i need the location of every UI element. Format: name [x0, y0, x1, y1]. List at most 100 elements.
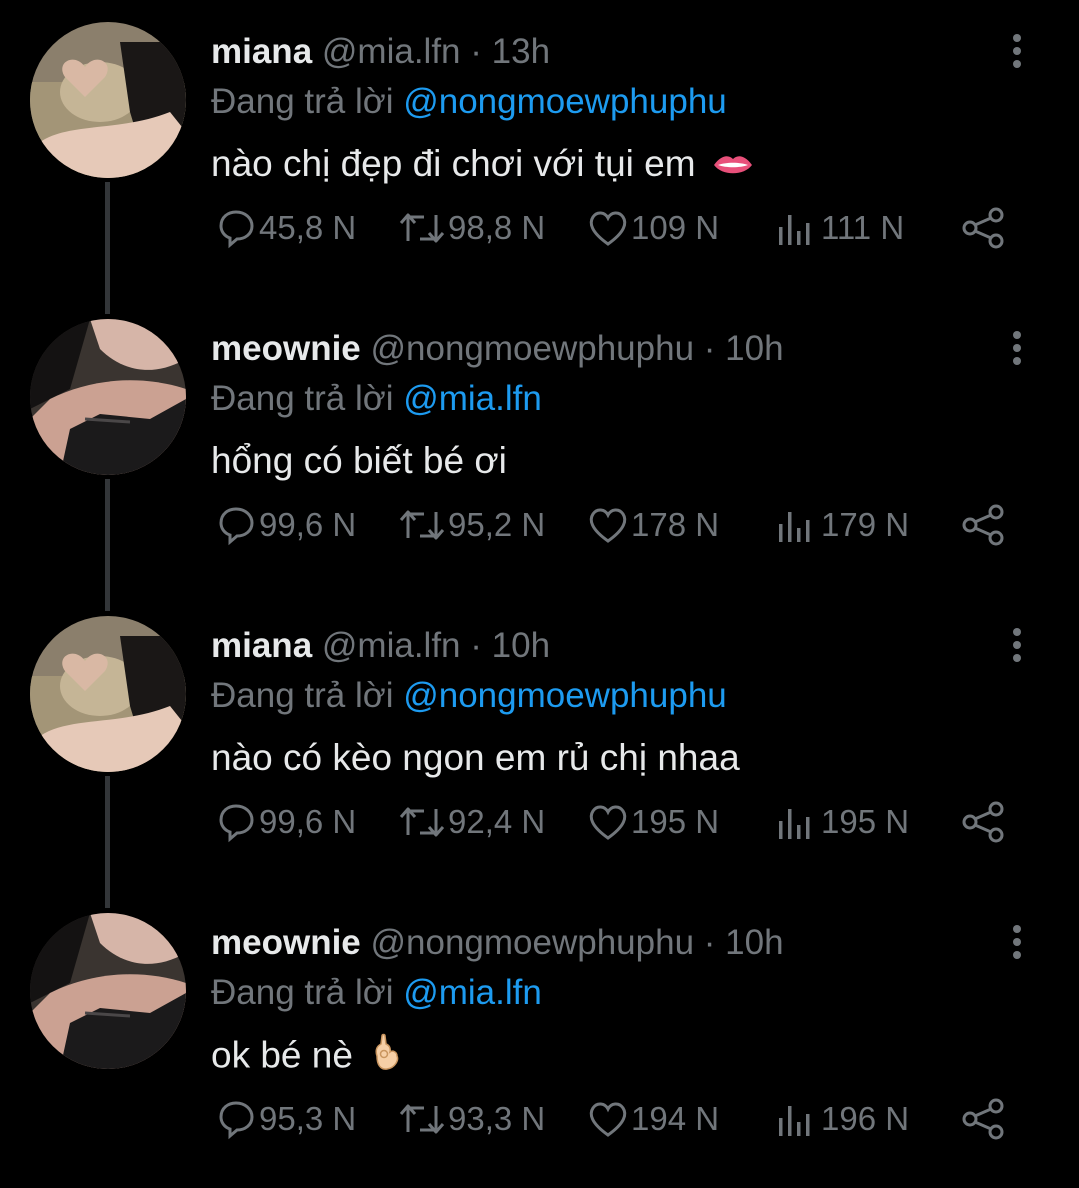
tweet-text: nào có kèo ngon em rủ chị nhaa — [211, 735, 740, 781]
more-options-icon[interactable] — [1000, 30, 1034, 74]
tweet[interactable]: miana @mia.lfn · 10h Đang trả lời @nongm… — [0, 594, 1079, 891]
reply-count: 99,6 N — [259, 803, 357, 840]
like-count: 194 N — [631, 1100, 720, 1137]
like-count: 178 N — [631, 506, 720, 543]
tweet-text: nào chị đẹp đi chơi với tụi em — [211, 141, 754, 189]
tweet-header: meownie @nongmoewphuphu · 10h — [211, 327, 784, 371]
tweet-header: meownie @nongmoewphuphu · 10h — [211, 921, 784, 965]
avatar[interactable] — [30, 616, 186, 772]
reply-icon — [219, 210, 254, 249]
separator-dot: · — [703, 329, 716, 368]
retweet-button[interactable]: 92,4 N — [396, 794, 545, 850]
share-icon — [962, 504, 1004, 546]
like-button[interactable]: 195 N — [585, 794, 719, 850]
timestamp[interactable]: 13h — [492, 32, 550, 71]
reply-icon — [219, 1101, 254, 1140]
replying-to: Đang trả lời @mia.lfn — [211, 971, 542, 1015]
retweet-button[interactable]: 93,3 N — [396, 1091, 545, 1147]
avatar[interactable] — [30, 913, 186, 1069]
avatar-image-meownie — [30, 319, 186, 475]
timestamp[interactable]: 10h — [725, 923, 783, 962]
reply-count: 95,3 N — [259, 1100, 357, 1137]
heart-icon — [589, 508, 627, 543]
action-bar: 99,6 N 95,2 N 178 N 179 N — [0, 497, 1079, 553]
user-handle[interactable]: @nongmoewphuphu — [371, 329, 695, 368]
views-button[interactable]: 195 N — [775, 794, 909, 850]
separator-dot: · — [470, 32, 482, 71]
user-handle[interactable]: @nongmoewphuphu — [371, 923, 695, 962]
more-options-icon[interactable] — [1000, 327, 1034, 371]
view-count: 195 N — [821, 803, 910, 840]
action-bar: 95,3 N 93,3 N 194 N 196 N — [0, 1091, 1079, 1147]
separator-dot: · — [703, 923, 716, 962]
replying-to-label: Đang trả lời — [211, 973, 394, 1012]
like-button[interactable]: 109 N — [585, 200, 719, 256]
replying-to: Đang trả lời @nongmoewphuphu — [211, 674, 727, 718]
heart-icon — [589, 805, 627, 840]
mention-link[interactable]: @mia.lfn — [403, 973, 542, 1012]
tweet-text-content: nào chị đẹp đi chơi với tụi em — [211, 143, 696, 184]
reply-button[interactable]: 99,6 N — [213, 497, 356, 553]
mention-link[interactable]: @mia.lfn — [403, 379, 542, 418]
share-icon — [962, 1098, 1004, 1140]
display-name[interactable]: miana — [211, 32, 312, 71]
retweet-icon — [399, 807, 445, 837]
views-icon — [779, 215, 810, 245]
reply-button[interactable]: 95,3 N — [213, 1091, 356, 1147]
tweet-text: hổng có biết bé ơi — [211, 438, 507, 484]
views-button[interactable]: 196 N — [775, 1091, 909, 1147]
like-button[interactable]: 178 N — [585, 497, 719, 553]
share-button[interactable] — [958, 200, 1008, 256]
views-button[interactable]: 111 N — [775, 200, 904, 256]
retweet-count: 98,8 N — [448, 209, 546, 246]
action-bar: 99,6 N 92,4 N 195 N 195 N — [0, 794, 1079, 850]
tweet-text-content: ok bé nè — [211, 1034, 353, 1076]
views-icon — [779, 512, 810, 542]
tweet[interactable]: meownie @nongmoewphuphu · 10h Đang trả l… — [0, 891, 1079, 1188]
user-handle[interactable]: @mia.lfn — [322, 626, 461, 665]
share-button[interactable] — [958, 497, 1008, 553]
replying-to: Đang trả lời @mia.lfn — [211, 377, 542, 421]
mention-link[interactable]: @nongmoewphuphu — [403, 82, 727, 121]
share-button[interactable] — [958, 1091, 1008, 1147]
retweet-button[interactable]: 95,2 N — [396, 497, 545, 553]
display-name[interactable]: meownie — [211, 329, 361, 368]
tweet[interactable]: meownie @nongmoewphuphu · 10h Đang trả l… — [0, 297, 1079, 594]
retweet-icon — [399, 1104, 445, 1134]
reply-button[interactable]: 45,8 N — [213, 200, 356, 256]
more-options-icon[interactable] — [1000, 921, 1034, 965]
mention-link[interactable]: @nongmoewphuphu — [403, 676, 727, 715]
user-handle[interactable]: @mia.lfn — [322, 32, 461, 71]
views-icon — [779, 1106, 810, 1136]
more-options-icon[interactable] — [1000, 624, 1034, 668]
timestamp[interactable]: 10h — [725, 329, 783, 368]
display-name[interactable]: miana — [211, 626, 312, 665]
tweet-text: ok bé nè — [211, 1032, 403, 1083]
views-button[interactable]: 179 N — [775, 497, 909, 553]
avatar-image-miana — [30, 22, 186, 178]
lips-icon — [712, 143, 754, 189]
avatar-image-miana — [30, 616, 186, 772]
share-icon — [962, 801, 1004, 843]
reply-count: 99,6 N — [259, 506, 357, 543]
view-count: 196 N — [821, 1100, 910, 1137]
view-count: 111 N — [821, 209, 905, 246]
avatar[interactable] — [30, 22, 186, 178]
retweet-icon — [399, 213, 445, 243]
tweet[interactable]: miana @mia.lfn · 13h Đang trả lời @nongm… — [0, 0, 1079, 297]
reply-button[interactable]: 99,6 N — [213, 794, 356, 850]
heart-icon — [589, 211, 627, 246]
tweet-header: miana @mia.lfn · 10h — [211, 624, 550, 668]
tweet-text-content: hổng có biết bé ơi — [211, 440, 507, 481]
avatar[interactable] — [30, 319, 186, 475]
reply-icon — [219, 507, 254, 546]
view-count: 179 N — [821, 506, 910, 543]
avatar-image-meownie — [30, 913, 186, 1069]
timestamp[interactable]: 10h — [492, 626, 550, 665]
display-name[interactable]: meownie — [211, 923, 361, 962]
retweet-count: 93,3 N — [448, 1100, 546, 1137]
reply-thread: miana @mia.lfn · 13h Đang trả lời @nongm… — [0, 0, 1079, 1185]
retweet-button[interactable]: 98,8 N — [396, 200, 545, 256]
like-button[interactable]: 194 N — [585, 1091, 719, 1147]
share-button[interactable] — [958, 794, 1008, 850]
